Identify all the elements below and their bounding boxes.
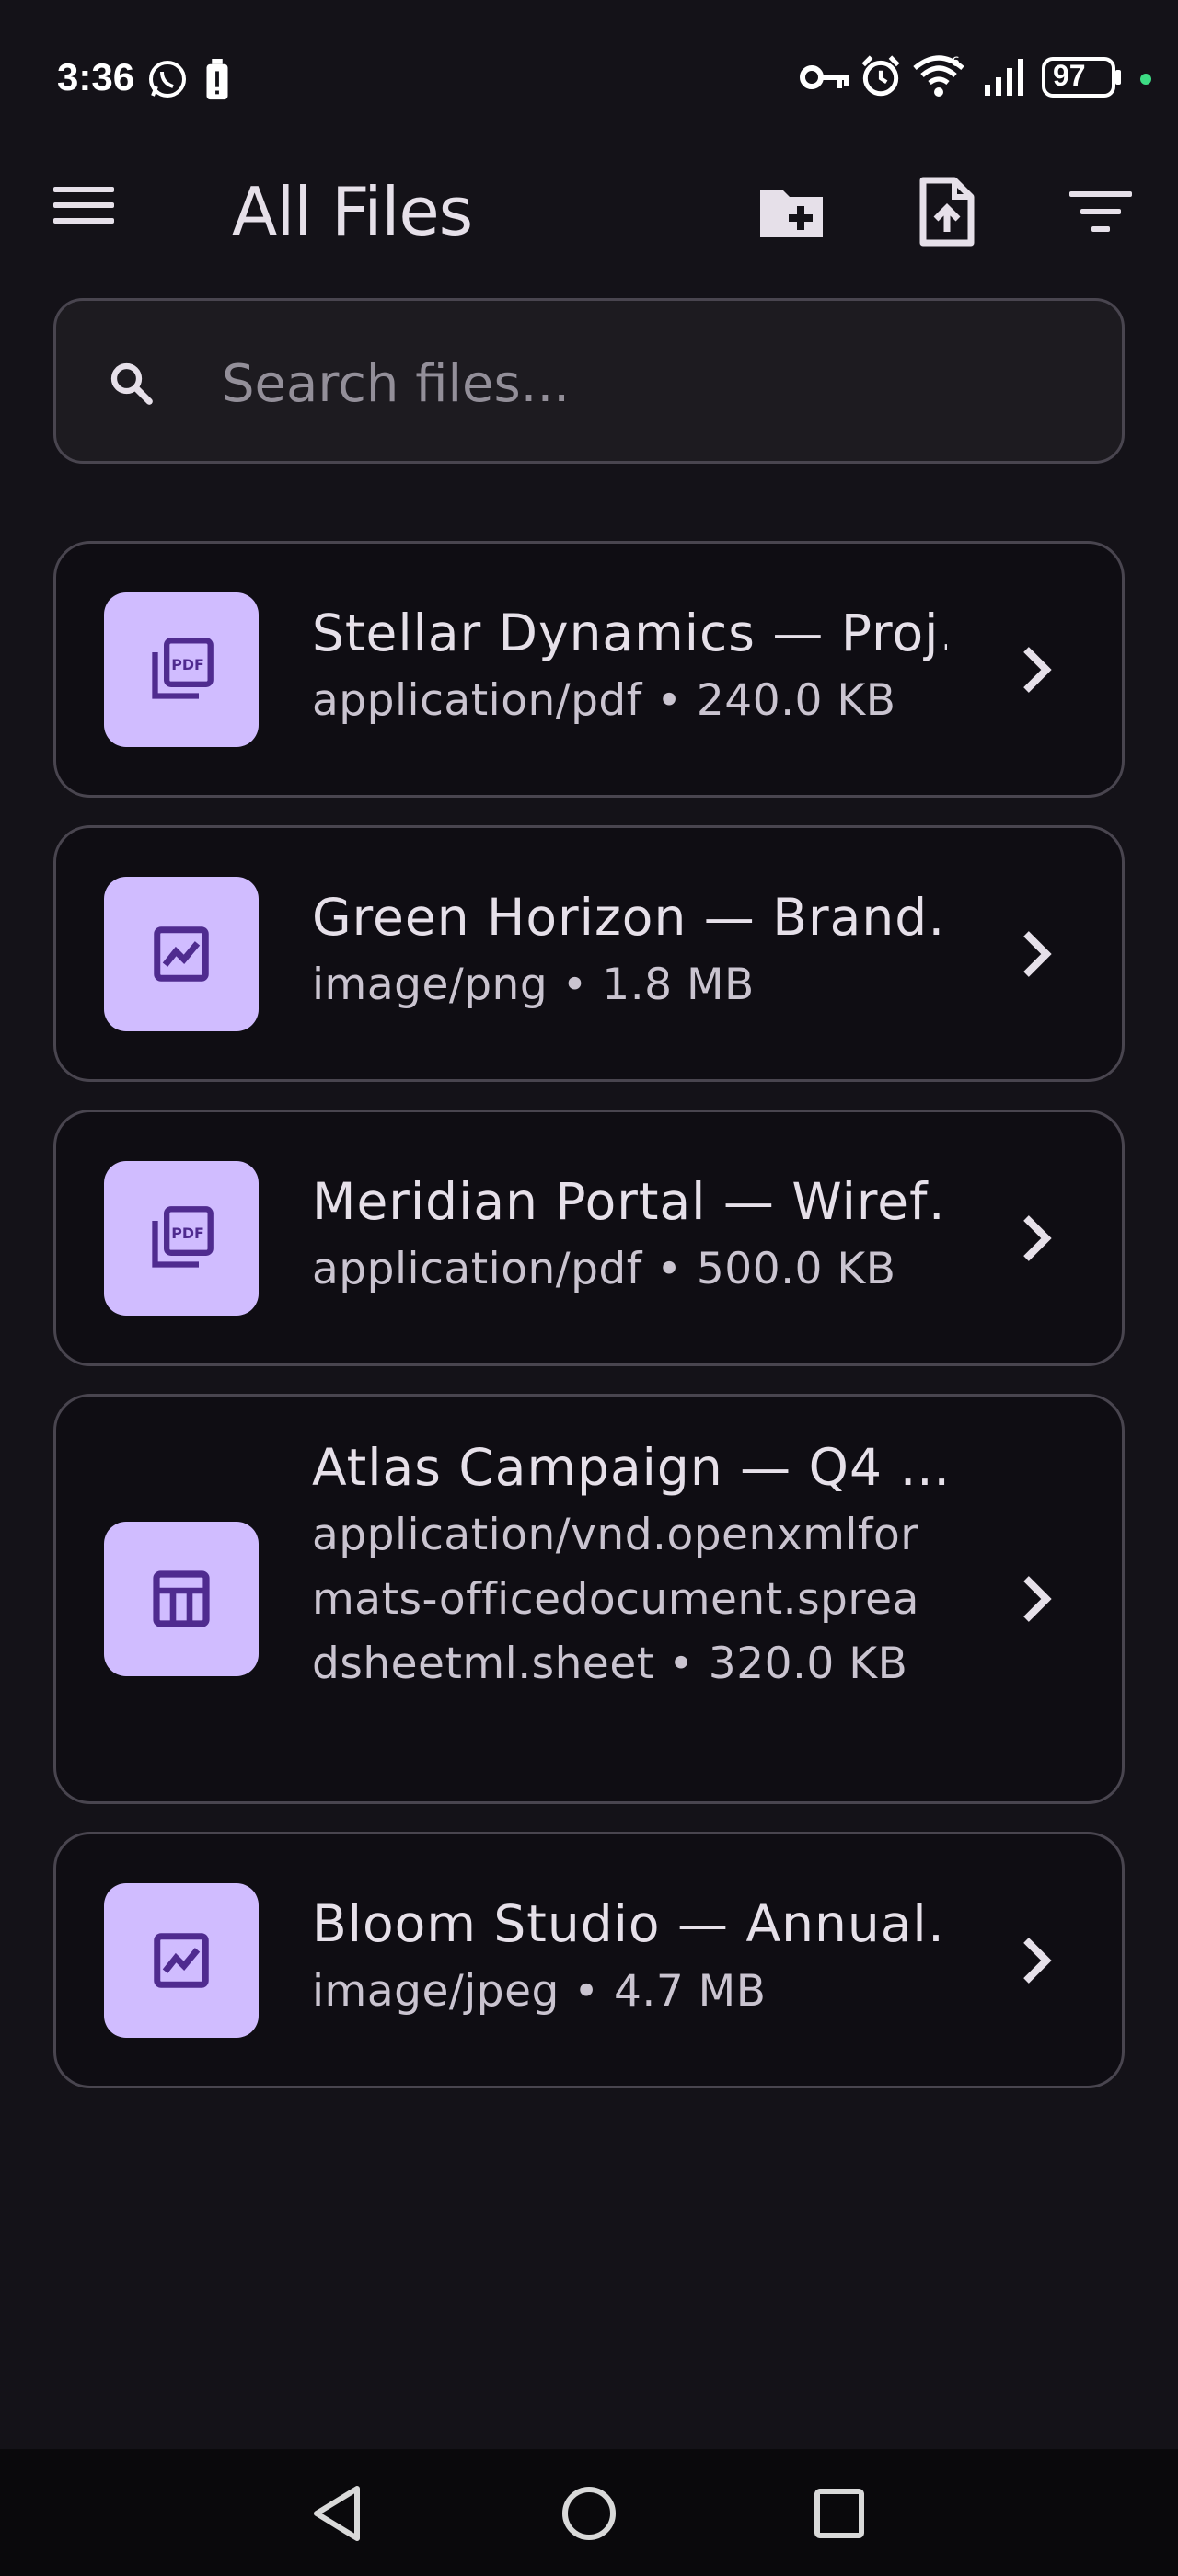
svg-text:PDF: PDF: [171, 656, 204, 673]
svg-text:PDF: PDF: [171, 1225, 204, 1242]
recents-button[interactable]: [793, 2467, 885, 2559]
chevron-right-icon: [1023, 1214, 1052, 1261]
home-icon: [562, 2487, 616, 2540]
file-item[interactable]: PDF Meridian Portal — Wiref… application…: [53, 1110, 1125, 1366]
battery-level: 97: [1053, 59, 1086, 92]
wifi-6-icon: 6: [911, 52, 966, 103]
pdf-icon: PDF: [152, 637, 214, 699]
upload-file-icon: [919, 177, 975, 247]
file-item[interactable]: Bloom Studio — Annual… image/jpeg • 4.7 …: [53, 1832, 1125, 2088]
back-icon: [314, 2486, 360, 2541]
status-bar: 3:36 6 97: [0, 0, 1178, 147]
chevron-right-icon: [1023, 646, 1052, 693]
recents-icon: [814, 2489, 864, 2538]
app-bar: All Files: [0, 156, 1178, 267]
table-icon: [153, 1570, 210, 1627]
screen: 3:36 6 97 All Files Search files... PDF …: [0, 0, 1178, 2576]
pdf-icon: PDF: [152, 1205, 214, 1268]
file-thumbnail: [104, 876, 259, 1031]
file-thumbnail: PDF: [104, 1160, 259, 1316]
vpn-key-icon: [799, 57, 850, 101]
upload-file-button[interactable]: [909, 175, 983, 248]
file-meta: application/pdf • 240.0 KB: [312, 675, 896, 726]
filter-icon: [1069, 191, 1132, 232]
system-nav-bar: [0, 2449, 1178, 2576]
file-meta: image/jpeg • 4.7 MB: [312, 1966, 767, 2017]
create-folder-button[interactable]: [755, 175, 828, 248]
chevron-right-icon: [1023, 1576, 1052, 1622]
image-icon: [154, 926, 209, 982]
page-title: All Files: [232, 173, 473, 250]
file-item[interactable]: PDF Stellar Dynamics — Proj… application…: [53, 541, 1125, 798]
file-name: Atlas Campaign — Q4 …: [312, 1438, 947, 1497]
battery-icon: 97: [1042, 57, 1125, 98]
signal-icon: [983, 57, 1031, 101]
whatsapp-icon: [145, 57, 190, 105]
file-name: Stellar Dynamics — Proj…: [312, 604, 947, 662]
file-meta: image/png • 1.8 MB: [312, 960, 755, 1010]
status-time: 3:36: [57, 55, 135, 98]
filter-button[interactable]: [1064, 175, 1138, 248]
menu-button[interactable]: [53, 184, 127, 239]
search-bar[interactable]: [53, 298, 1125, 464]
alarm-icon: [858, 53, 904, 103]
create-folder-icon: [760, 190, 823, 237]
image-icon: [154, 1932, 209, 1988]
file-name: Bloom Studio — Annual…: [312, 1894, 947, 1953]
file-meta: application/pdf • 500.0 KB: [312, 1244, 896, 1294]
file-item[interactable]: Atlas Campaign — Q4 … application/vnd.op…: [53, 1394, 1125, 1804]
back-button[interactable]: [291, 2467, 383, 2559]
search-icon: [106, 358, 156, 411]
file-meta: application/vnd.openxmlformats-officedoc…: [312, 1510, 919, 1689]
file-item[interactable]: Green Horizon — Brand… image/png • 1.8 M…: [53, 825, 1125, 1082]
file-list: PDF Stellar Dynamics — Proj… application…: [53, 541, 1125, 2116]
home-button[interactable]: [543, 2467, 635, 2559]
menu-icon: [53, 187, 114, 224]
privacy-dot-icon: [1139, 72, 1152, 89]
chevron-right-icon: [1023, 930, 1052, 977]
file-name: Meridian Portal — Wiref…: [312, 1172, 947, 1231]
chevron-right-icon: [1023, 1937, 1052, 1984]
svg-text:6: 6: [952, 55, 960, 70]
file-thumbnail: [104, 1522, 259, 1676]
file-name: Green Horizon — Brand…: [312, 888, 947, 947]
file-thumbnail: [104, 1882, 259, 2038]
battery-alert-icon: [204, 59, 230, 105]
search-input[interactable]: [222, 338, 1050, 430]
file-thumbnail: PDF: [104, 592, 259, 747]
